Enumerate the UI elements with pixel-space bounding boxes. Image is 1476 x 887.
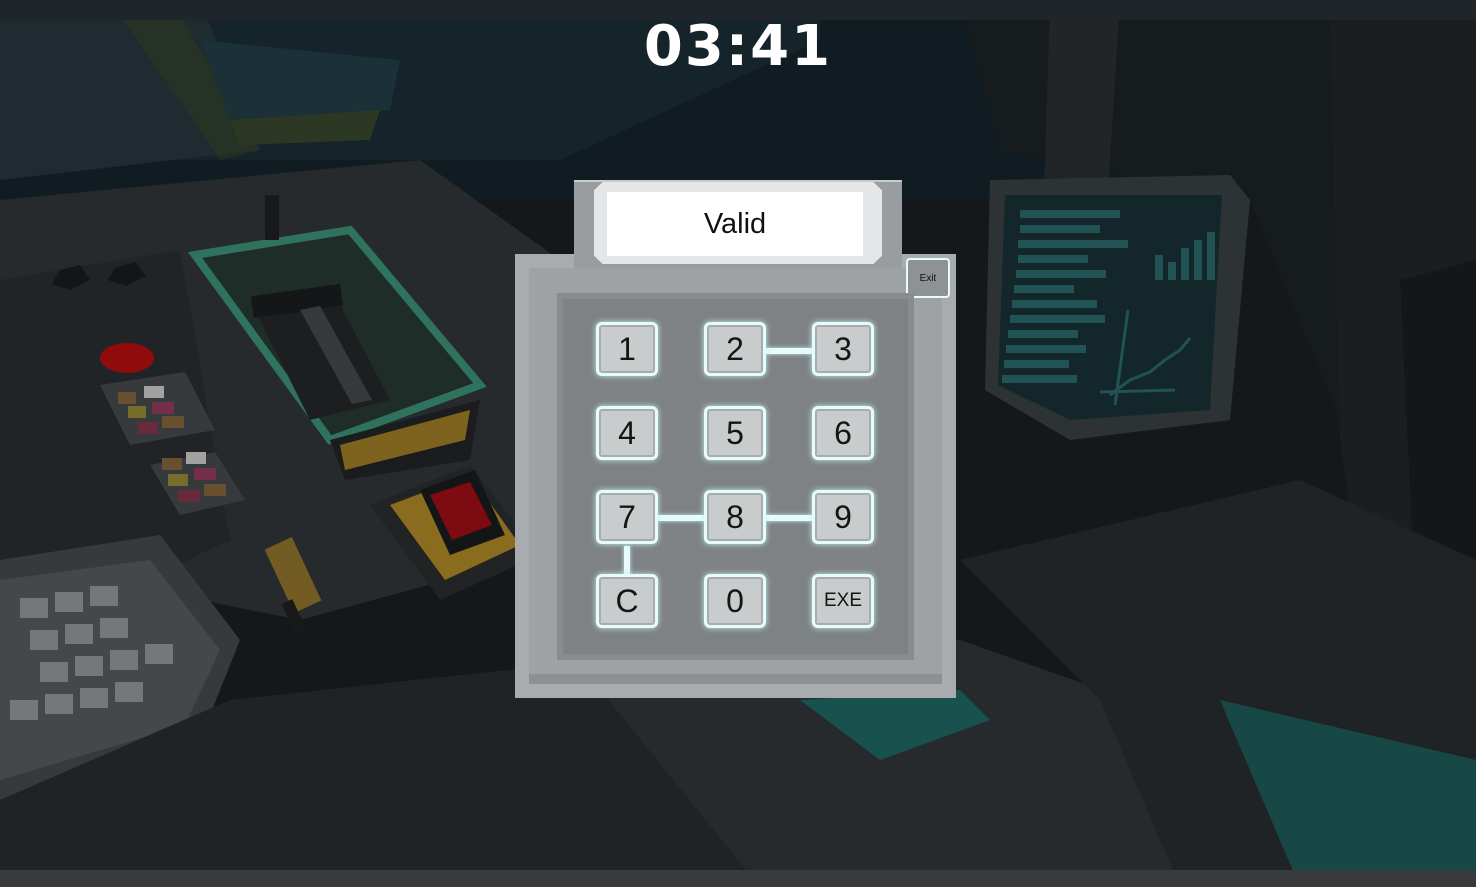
- key-1[interactable]: 1: [596, 322, 658, 376]
- key-8[interactable]: 8: [704, 490, 766, 544]
- key-7[interactable]: 7: [596, 490, 658, 544]
- key-2[interactable]: 2: [704, 322, 766, 376]
- key-6[interactable]: 6: [812, 406, 874, 460]
- key-5[interactable]: 5: [704, 406, 766, 460]
- key-link-2-3: [766, 348, 812, 354]
- key-9[interactable]: 9: [812, 490, 874, 544]
- key-4[interactable]: 4: [596, 406, 658, 460]
- key-0[interactable]: 0: [704, 574, 766, 628]
- keypad-display-text: Valid: [703, 207, 767, 240]
- countdown-timer: 03:41: [643, 14, 833, 79]
- key-execute[interactable]: EXE: [812, 574, 874, 628]
- keypad-display: Valid: [607, 192, 863, 256]
- exit-button[interactable]: Exit: [906, 258, 950, 298]
- key-link-7-8: [658, 515, 704, 521]
- key-link-7-c: [624, 546, 630, 576]
- key-clear[interactable]: C: [596, 574, 658, 628]
- exit-button-label: Exit: [919, 272, 937, 284]
- key-link-8-9: [766, 515, 812, 521]
- key-3[interactable]: 3: [812, 322, 874, 376]
